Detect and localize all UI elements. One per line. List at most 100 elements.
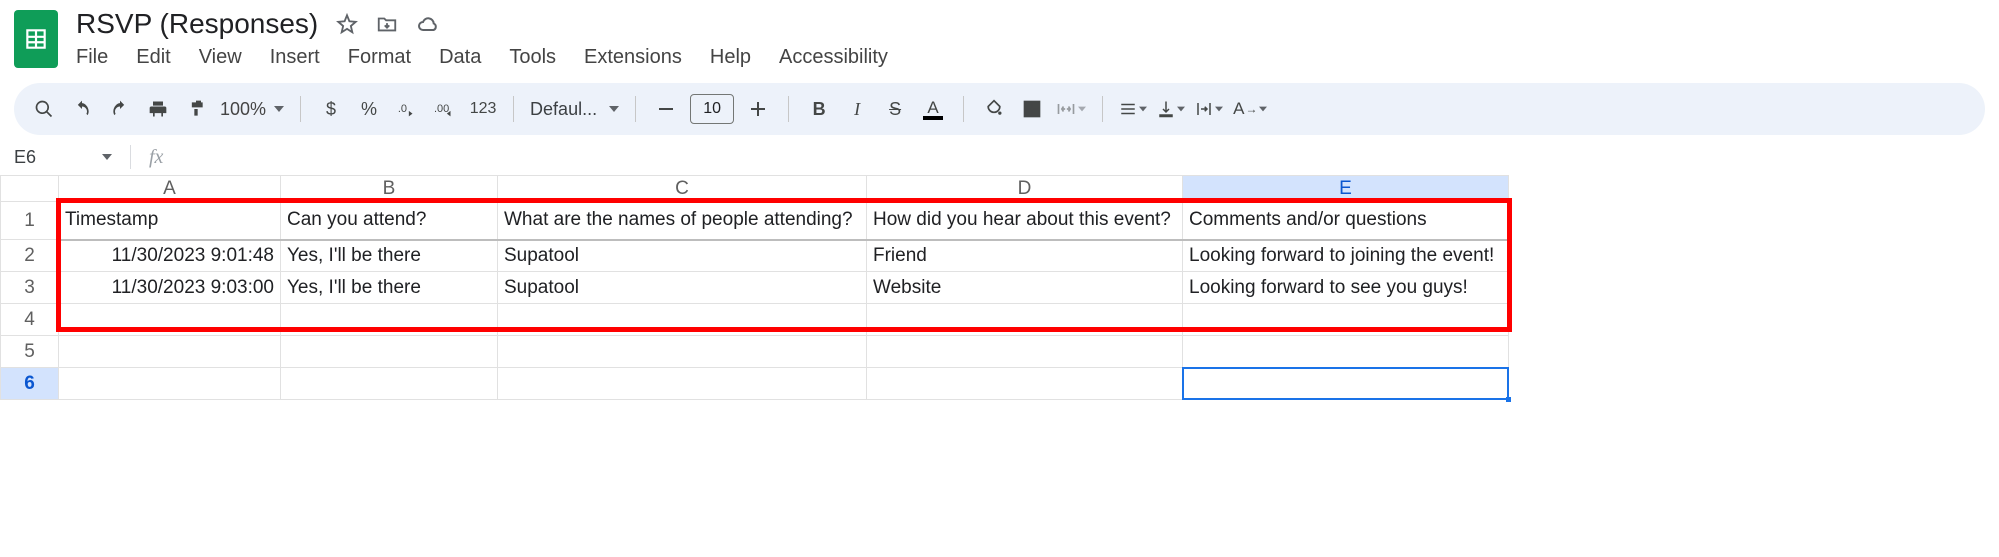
- font-size-input[interactable]: 10: [690, 94, 734, 124]
- row-header-2[interactable]: 2: [1, 240, 59, 272]
- row-1: 1 Timestamp Can you attend? What are the…: [1, 202, 1509, 240]
- row-4: 4: [1, 304, 1509, 336]
- column-header-E[interactable]: E: [1183, 176, 1509, 202]
- row-header-5[interactable]: 5: [1, 336, 59, 368]
- cell-E6-active[interactable]: [1183, 368, 1509, 400]
- menu-view[interactable]: View: [199, 46, 242, 69]
- separator: [300, 96, 301, 122]
- format-percent-button[interactable]: %: [355, 95, 383, 123]
- cell-A2[interactable]: 11/30/2023 9:01:48: [59, 240, 281, 272]
- cell-A3[interactable]: 11/30/2023 9:03:00: [59, 272, 281, 304]
- merge-cells-button[interactable]: [1056, 95, 1086, 123]
- menu-help[interactable]: Help: [710, 46, 751, 69]
- font-family-dropdown[interactable]: Defaul...: [530, 99, 619, 120]
- cell-C4[interactable]: [498, 304, 867, 336]
- cell-E1[interactable]: Comments and/or questions: [1183, 202, 1509, 240]
- menu-accessibility[interactable]: Accessibility: [779, 46, 888, 69]
- paint-format-icon[interactable]: [182, 95, 210, 123]
- column-header-C[interactable]: C: [498, 176, 867, 202]
- cell-E3[interactable]: Looking forward to see you guys!: [1183, 272, 1509, 304]
- menu-edit[interactable]: Edit: [136, 46, 170, 69]
- cell-A1[interactable]: Timestamp: [59, 202, 281, 240]
- cell-E2[interactable]: Looking forward to joining the event!: [1183, 240, 1509, 272]
- format-123-button[interactable]: 123: [469, 95, 497, 123]
- menu-data[interactable]: Data: [439, 46, 481, 69]
- menu-file[interactable]: File: [76, 46, 108, 69]
- undo-icon[interactable]: [68, 95, 96, 123]
- svg-text:.00: .00: [434, 103, 449, 115]
- horizontal-align-button[interactable]: [1119, 95, 1147, 123]
- row-header-4[interactable]: 4: [1, 304, 59, 336]
- zoom-dropdown[interactable]: 100%: [220, 99, 284, 120]
- cell-B6[interactable]: [281, 368, 498, 400]
- column-header-D[interactable]: D: [867, 176, 1183, 202]
- font-size-increase-button[interactable]: [744, 95, 772, 123]
- search-icon[interactable]: [30, 95, 58, 123]
- caret-down-icon: [274, 104, 284, 114]
- menu-format[interactable]: Format: [348, 46, 411, 69]
- cell-A5[interactable]: [59, 336, 281, 368]
- caret-down-icon[interactable]: [102, 152, 112, 162]
- move-to-folder-icon[interactable]: [376, 13, 398, 35]
- vertical-align-button[interactable]: [1157, 95, 1185, 123]
- column-header-A[interactable]: A: [59, 176, 281, 202]
- row-header-6[interactable]: 6: [1, 368, 59, 400]
- cell-D2[interactable]: Friend: [867, 240, 1183, 272]
- separator: [1102, 96, 1103, 122]
- cell-D4[interactable]: [867, 304, 1183, 336]
- format-currency-button[interactable]: $: [317, 95, 345, 123]
- row-header-1[interactable]: 1: [1, 202, 59, 240]
- font-size-decrease-button[interactable]: [652, 95, 680, 123]
- cell-C3[interactable]: Supatool: [498, 272, 867, 304]
- bold-button[interactable]: B: [805, 95, 833, 123]
- cell-B1[interactable]: Can you attend?: [281, 202, 498, 240]
- column-header-B[interactable]: B: [281, 176, 498, 202]
- separator: [963, 96, 964, 122]
- text-wrap-button[interactable]: [1195, 95, 1223, 123]
- redo-icon[interactable]: [106, 95, 134, 123]
- doc-title[interactable]: RSVP (Responses): [76, 8, 318, 40]
- separator: [513, 96, 514, 122]
- borders-button[interactable]: [1018, 95, 1046, 123]
- cell-A4[interactable]: [59, 304, 281, 336]
- row-header-3[interactable]: 3: [1, 272, 59, 304]
- print-icon[interactable]: [144, 95, 172, 123]
- cell-D3[interactable]: Website: [867, 272, 1183, 304]
- cell-C5[interactable]: [498, 336, 867, 368]
- select-all-corner[interactable]: [1, 176, 59, 202]
- cell-E4[interactable]: [1183, 304, 1509, 336]
- cell-B4[interactable]: [281, 304, 498, 336]
- star-icon[interactable]: [336, 13, 358, 35]
- menu-extensions[interactable]: Extensions: [584, 46, 682, 69]
- cell-B5[interactable]: [281, 336, 498, 368]
- increase-decimal-icon[interactable]: .00: [431, 95, 459, 123]
- cell-A6[interactable]: [59, 368, 281, 400]
- strikethrough-button[interactable]: S: [881, 95, 909, 123]
- cell-D6[interactable]: [867, 368, 1183, 400]
- cell-B2[interactable]: Yes, I'll be there: [281, 240, 498, 272]
- text-rotation-button[interactable]: A→: [1233, 95, 1267, 123]
- toolbar: 100% $ % .0 .00 123 Defaul... 10 B I S A…: [14, 83, 1985, 135]
- cloud-status-icon[interactable]: [416, 12, 440, 36]
- cell-E5[interactable]: [1183, 336, 1509, 368]
- italic-button[interactable]: I: [843, 95, 871, 123]
- cell-C2[interactable]: Supatool: [498, 240, 867, 272]
- zoom-value: 100%: [220, 99, 266, 120]
- cell-C1[interactable]: What are the names of people attending?: [498, 202, 867, 240]
- cell-D1[interactable]: How did you hear about this event?: [867, 202, 1183, 240]
- menu-tools[interactable]: Tools: [509, 46, 556, 69]
- text-color-button[interactable]: A: [919, 95, 947, 123]
- text-color-label: A: [927, 99, 938, 116]
- caret-down-icon: [609, 104, 619, 114]
- cell-B3[interactable]: Yes, I'll be there: [281, 272, 498, 304]
- separator: [788, 96, 789, 122]
- sheets-app-icon[interactable]: [14, 10, 58, 68]
- fill-handle[interactable]: [1505, 396, 1512, 403]
- fill-color-button[interactable]: [980, 95, 1008, 123]
- cell-C6[interactable]: [498, 368, 867, 400]
- decrease-decimal-icon[interactable]: .0: [393, 95, 421, 123]
- row-5: 5: [1, 336, 1509, 368]
- cell-D5[interactable]: [867, 336, 1183, 368]
- name-box[interactable]: E6: [14, 147, 84, 168]
- menu-insert[interactable]: Insert: [270, 46, 320, 69]
